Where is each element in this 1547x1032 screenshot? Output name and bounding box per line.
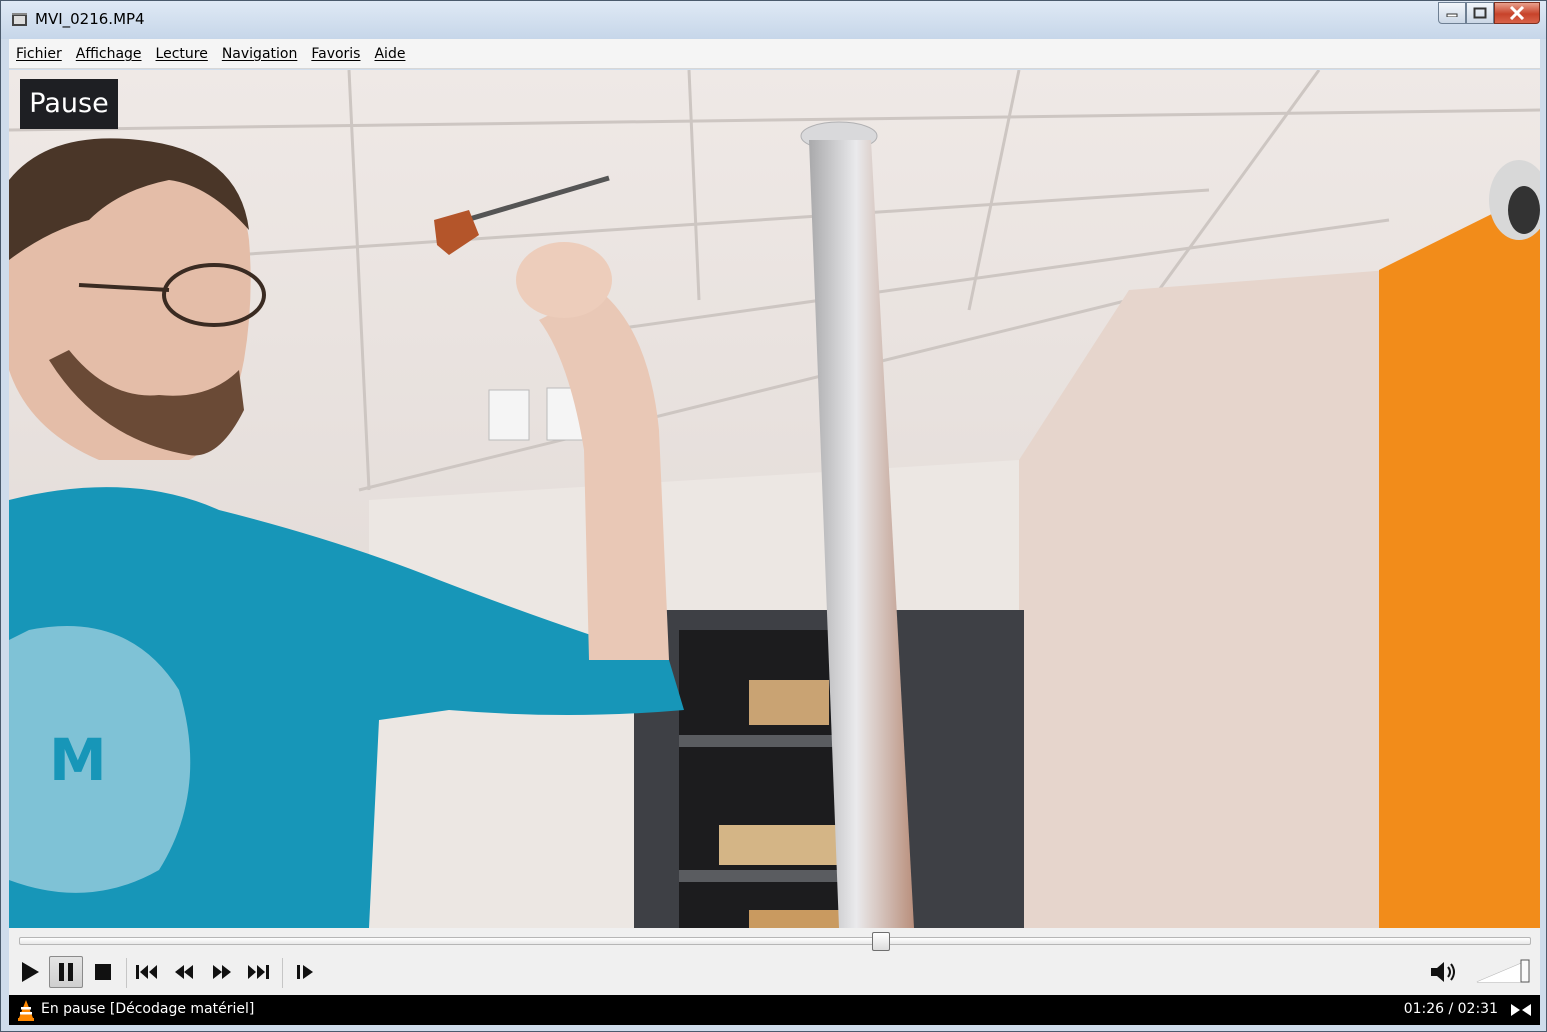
previous-icon	[136, 965, 157, 979]
osd-pause-label: Pause	[20, 79, 118, 129]
vlc-cone-icon	[18, 1000, 34, 1021]
pause-button[interactable]	[49, 956, 83, 988]
menu-navigation[interactable]: Navigation	[215, 39, 305, 69]
rewind-icon	[175, 965, 193, 979]
status-text: En pause [Décodage matériel]	[41, 1001, 255, 1017]
menu-fichier[interactable]: Fichier	[9, 39, 69, 69]
player-window: MVI_0216.MP4 Fichier Affichage Lecture N…	[0, 0, 1547, 1032]
frame-step-button[interactable]	[288, 956, 322, 988]
close-icon	[1509, 6, 1525, 20]
svg-text:M: M	[49, 726, 107, 794]
stop-icon	[95, 964, 111, 980]
seek-handle[interactable]	[871, 932, 890, 951]
controls-panel	[9, 928, 1540, 995]
menu-aide[interactable]: Aide	[367, 39, 412, 69]
pause-icon	[59, 963, 73, 981]
rewind-button[interactable]	[167, 956, 201, 988]
menu-bar: Fichier Affichage Lecture Navigation Fav…	[9, 39, 1540, 69]
minimize-icon	[1446, 13, 1458, 17]
maximize-button[interactable]	[1466, 2, 1494, 24]
title-bar[interactable]: MVI_0216.MP4	[1, 1, 1546, 39]
minimize-button[interactable]	[1438, 2, 1466, 24]
status-bar: En pause [Décodage matériel] 01:26 / 02:…	[9, 995, 1540, 1025]
maximize-icon	[1473, 7, 1487, 19]
volume-icon	[1431, 962, 1455, 982]
fast-forward-icon	[213, 965, 231, 979]
app-icon	[12, 13, 27, 26]
play-icon	[22, 962, 39, 982]
menu-favoris[interactable]: Favoris	[304, 39, 367, 69]
stop-button[interactable]	[86, 956, 120, 988]
separator	[126, 958, 127, 988]
next-icon	[248, 965, 269, 979]
menu-lecture[interactable]: Lecture	[149, 39, 215, 69]
menu-affichage[interactable]: Affichage	[69, 39, 149, 69]
playlist-toggle-icon[interactable]	[1510, 1003, 1532, 1017]
volume-slider[interactable]	[1473, 958, 1533, 984]
separator	[282, 958, 283, 988]
time-display[interactable]: 01:26 / 02:31	[1404, 1001, 1498, 1017]
frame-step-icon	[297, 965, 313, 979]
close-button[interactable]	[1494, 2, 1540, 24]
play-button[interactable]	[13, 956, 47, 988]
previous-button[interactable]	[130, 956, 164, 988]
next-button[interactable]	[241, 956, 275, 988]
video-frame: M	[9, 70, 1540, 928]
window-title: MVI_0216.MP4	[35, 10, 145, 28]
video-area[interactable]: M Pause	[9, 70, 1540, 928]
mute-button[interactable]	[1427, 956, 1461, 988]
seek-bar[interactable]	[19, 937, 1531, 945]
fast-forward-button[interactable]	[205, 956, 239, 988]
